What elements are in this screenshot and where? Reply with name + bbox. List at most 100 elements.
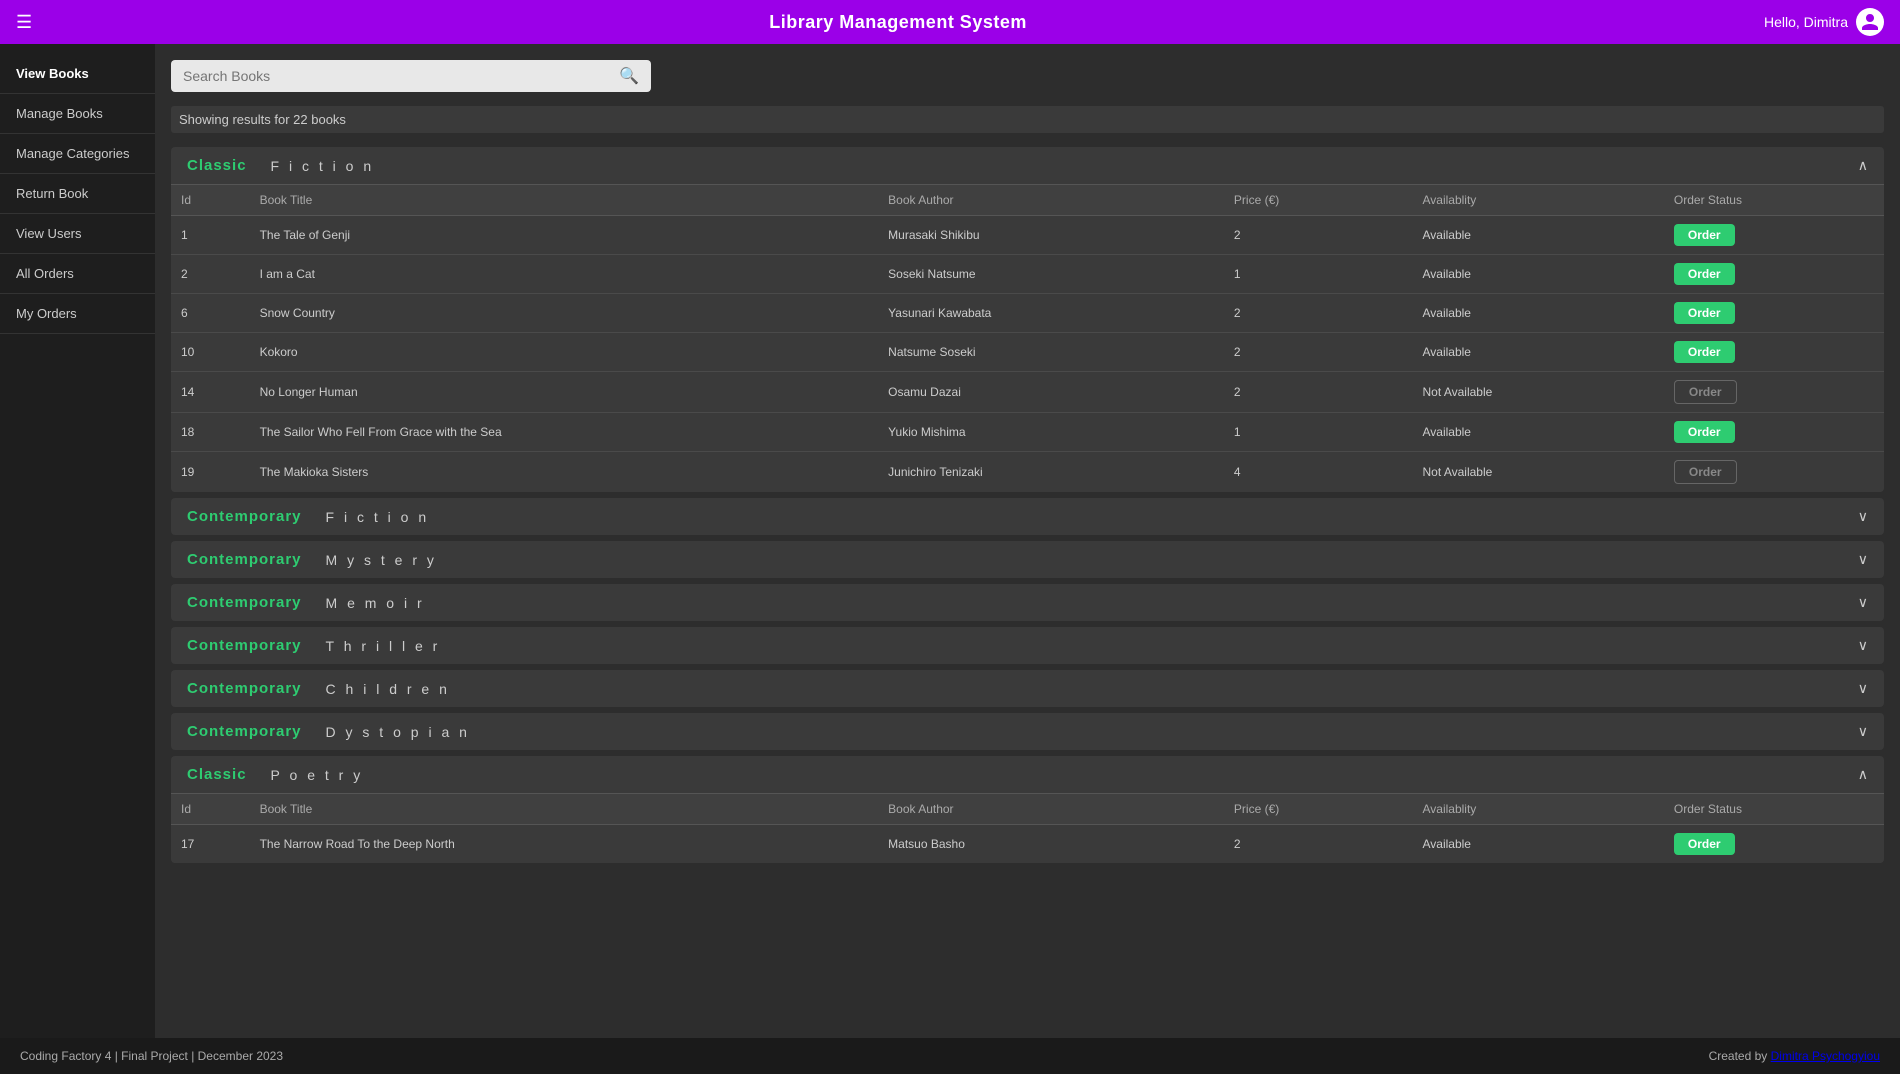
category-header-left: Classic F i c t i o n (187, 157, 374, 174)
sidebar-item-return-book[interactable]: Return Book (0, 174, 155, 214)
section-header-contemporary-mystery[interactable]: Contemporary M y s t e r y ∨ (171, 541, 1884, 578)
category-genre: P o e t r y (271, 767, 364, 783)
results-count: Showing results for 22 books (171, 106, 1884, 133)
cell-title: The Makioka Sisters (250, 452, 879, 493)
chevron-down-icon: ∨ (1858, 508, 1868, 525)
section-contemporary-fiction: Contemporary F i c t i o n ∨ (171, 498, 1884, 535)
classic-poetry-table: Id Book Title Book Author Price (€) Avai… (171, 794, 1884, 863)
category-genre: M y s t e r y (326, 552, 437, 568)
sidebar-item-manage-books[interactable]: Manage Books (0, 94, 155, 134)
section-header-contemporary-thriller[interactable]: Contemporary T h r i l l e r ∨ (171, 627, 1884, 664)
table-row: 17 The Narrow Road To the Deep North Mat… (171, 825, 1884, 864)
order-button[interactable]: Order (1674, 302, 1735, 324)
sidebar-item-my-orders[interactable]: My Orders (0, 294, 155, 334)
user-greeting: Hello, Dimitra (1764, 14, 1848, 30)
cell-author: Yasunari Kawabata (878, 294, 1224, 333)
classic-fiction-table: Id Book Title Book Author Price (€) Avai… (171, 185, 1884, 492)
cell-author: Junichiro Tenizaki (878, 452, 1224, 493)
table-row: 14 No Longer Human Osamu Dazai 2 Not Ava… (171, 372, 1884, 413)
section-header-contemporary-fiction[interactable]: Contemporary F i c t i o n ∨ (171, 498, 1884, 535)
cell-availability: Available (1412, 413, 1663, 452)
user-icon (1860, 12, 1880, 32)
cell-id: 1 (171, 216, 250, 255)
category-genre: F i c t i o n (271, 158, 375, 174)
footer-author-link[interactable]: Dimitra Psychogyiou (1771, 1049, 1880, 1063)
chevron-down-icon: ∨ (1858, 637, 1868, 654)
cell-price: 2 (1224, 333, 1413, 372)
chevron-down-icon: ∨ (1858, 594, 1868, 611)
search-icon: 🔍 (619, 66, 639, 86)
cell-title: Snow Country (250, 294, 879, 333)
section-header-classic-fiction[interactable]: Classic F i c t i o n ∧ (171, 147, 1884, 185)
col-order: Order Status (1664, 794, 1884, 825)
category-genre: C h i l d r e n (326, 681, 450, 697)
sidebar-item-view-users[interactable]: View Users (0, 214, 155, 254)
cell-order: Order (1664, 413, 1884, 452)
cell-id: 17 (171, 825, 250, 864)
sidebar-item-view-books[interactable]: View Books (0, 54, 155, 94)
category-genre: D y s t o p i a n (326, 724, 470, 740)
col-author: Book Author (878, 794, 1224, 825)
search-bar[interactable]: 🔍 (171, 60, 651, 92)
sidebar-item-manage-categories[interactable]: Manage Categories (0, 134, 155, 174)
cell-availability: Not Available (1412, 452, 1663, 493)
order-button[interactable]: Order (1674, 224, 1735, 246)
table-row: 18 The Sailor Who Fell From Grace with t… (171, 413, 1884, 452)
chevron-down-icon: ∨ (1858, 551, 1868, 568)
section-header-contemporary-dystopian[interactable]: Contemporary D y s t o p i a n ∨ (171, 713, 1884, 750)
category-type: Contemporary (187, 637, 302, 654)
col-price: Price (€) (1224, 185, 1413, 216)
chevron-down-icon: ∨ (1858, 723, 1868, 740)
cell-price: 2 (1224, 372, 1413, 413)
cell-title: The Narrow Road To the Deep North (250, 825, 879, 864)
cell-id: 2 (171, 255, 250, 294)
col-order: Order Status (1664, 185, 1884, 216)
cell-title: The Tale of Genji (250, 216, 879, 255)
cell-price: 2 (1224, 216, 1413, 255)
order-button: Order (1674, 460, 1737, 484)
category-type: Classic (187, 766, 247, 783)
section-header-contemporary-memoir[interactable]: Contemporary M e m o i r ∨ (171, 584, 1884, 621)
header: ☰ Library Management System Hello, Dimit… (0, 0, 1900, 44)
order-button[interactable]: Order (1674, 341, 1735, 363)
category-type: Contemporary (187, 594, 302, 611)
table-row: 10 Kokoro Natsume Soseki 2 Available Ord… (171, 333, 1884, 372)
section-header-classic-poetry[interactable]: Classic P o e t r y ∧ (171, 756, 1884, 794)
order-button[interactable]: Order (1674, 263, 1735, 285)
cell-id: 14 (171, 372, 250, 413)
cell-id: 10 (171, 333, 250, 372)
cell-author: Yukio Mishima (878, 413, 1224, 452)
search-input[interactable] (183, 68, 619, 84)
app-title: Library Management System (769, 12, 1027, 33)
user-info: Hello, Dimitra (1764, 8, 1884, 36)
order-button[interactable]: Order (1674, 421, 1735, 443)
cell-order: Order (1664, 825, 1884, 864)
category-header-left: Contemporary F i c t i o n (187, 508, 429, 525)
cell-price: 4 (1224, 452, 1413, 493)
cell-price: 1 (1224, 413, 1413, 452)
category-type: Contemporary (187, 508, 302, 525)
cell-author: Osamu Dazai (878, 372, 1224, 413)
section-classic-fiction: Classic F i c t i o n ∧ Id Book Title Bo… (171, 147, 1884, 492)
cell-price: 1 (1224, 255, 1413, 294)
category-type: Contemporary (187, 680, 302, 697)
cell-order: Order (1664, 216, 1884, 255)
sidebar-item-all-orders[interactable]: All Orders (0, 254, 155, 294)
order-button: Order (1674, 380, 1737, 404)
footer-right-prefix: Created by (1709, 1049, 1771, 1063)
footer-left: Coding Factory 4 | Final Project | Decem… (20, 1049, 283, 1063)
category-header-left: Contemporary M y s t e r y (187, 551, 437, 568)
menu-icon[interactable]: ☰ (16, 12, 32, 33)
section-header-contemporary-children[interactable]: Contemporary C h i l d r e n ∨ (171, 670, 1884, 707)
section-contemporary-mystery: Contemporary M y s t e r y ∨ (171, 541, 1884, 578)
section-classic-poetry: Classic P o e t r y ∧ Id Book Title Book… (171, 756, 1884, 863)
cell-id: 6 (171, 294, 250, 333)
col-availability: Availablity (1412, 185, 1663, 216)
section-contemporary-children: Contemporary C h i l d r e n ∨ (171, 670, 1884, 707)
table-header-row: Id Book Title Book Author Price (€) Avai… (171, 794, 1884, 825)
order-button[interactable]: Order (1674, 833, 1735, 855)
section-contemporary-memoir: Contemporary M e m o i r ∨ (171, 584, 1884, 621)
cell-order: Order (1664, 255, 1884, 294)
table-header-row: Id Book Title Book Author Price (€) Avai… (171, 185, 1884, 216)
category-type: Contemporary (187, 551, 302, 568)
